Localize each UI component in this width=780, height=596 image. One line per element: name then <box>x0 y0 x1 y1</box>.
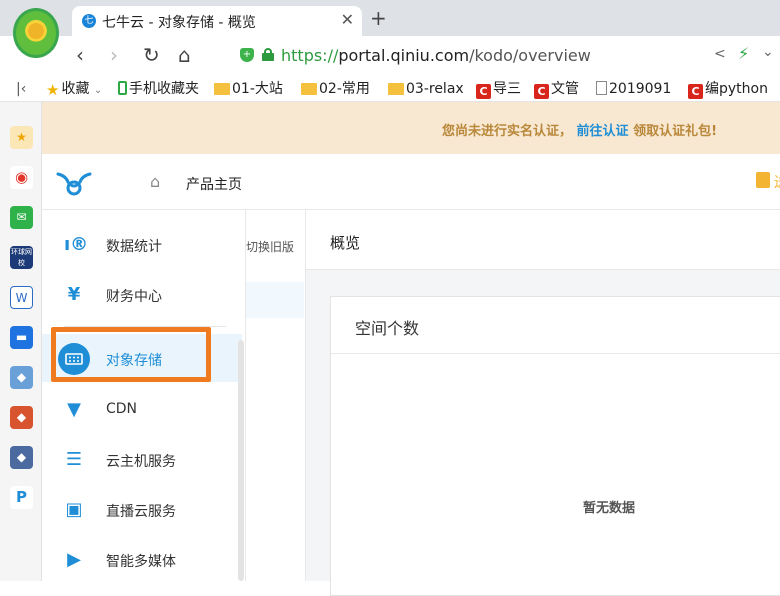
collapse-sidebar-icon[interactable]: |‹ <box>16 80 26 98</box>
lightning-icon[interactable]: ⚡ <box>738 44 749 63</box>
address-bar[interactable]: https://portal.qiniu.com/kodo/overview <box>281 46 591 65</box>
phone-icon <box>118 81 127 95</box>
bookmark-2019091[interactable]: 2019091 <box>596 80 671 98</box>
content-header: 概览 <box>306 210 780 270</box>
url-host: portal.qiniu.com <box>338 46 470 65</box>
product-home-icon[interactable]: ⌂ <box>150 172 160 191</box>
back-button[interactable]: ‹ <box>76 44 84 66</box>
product-home-link[interactable]: 产品主页 <box>186 174 242 194</box>
bookmark-python[interactable]: C 编python <box>688 80 768 99</box>
console-top-nav: ⌂ 产品主页 送 <box>42 154 780 210</box>
folder-icon <box>388 83 404 95</box>
hqwx-icon[interactable]: 环球网校 <box>10 246 33 269</box>
gift-icon[interactable] <box>756 172 770 188</box>
yuan-icon: ¥ <box>67 284 81 305</box>
menu-item-cloud-host[interactable]: ☰ 云主机服务 <box>42 435 246 485</box>
bookmark-folder-01[interactable]: 01-大站 <box>214 80 283 98</box>
bucket-count-card: 空间个数 暂无数据 <box>330 296 780 596</box>
document-icon <box>596 81 607 95</box>
card-title: 空间个数 <box>355 319 420 338</box>
home-button[interactable]: ⌂ <box>178 44 191 66</box>
new-tab-button[interactable]: + <box>370 8 387 28</box>
favorites-star-icon[interactable]: ★ <box>10 126 33 149</box>
close-tab-icon[interactable]: ✕ <box>341 10 354 29</box>
multimedia-icon: ▶ <box>67 549 81 570</box>
browser-titlebar: 七 七牛云 - 对象存储 - 概览 ✕ + <box>0 0 780 36</box>
menu-item-cdn[interactable]: ▼ CDN <box>42 385 246 435</box>
tab-title: 七牛云 - 对象存储 - 概览 <box>102 15 256 31</box>
folder-icon <box>301 83 317 95</box>
csdn-icon: C <box>688 84 703 99</box>
qiniu-logo-icon[interactable] <box>56 170 92 196</box>
go-verify-link[interactable]: 前往认证 <box>577 124 629 139</box>
bookmark-mobile[interactable]: 手机收藏夹 <box>118 80 199 98</box>
chevron-down-icon[interactable]: ⌄ <box>762 44 774 60</box>
share-icon[interactable]: < <box>714 46 726 62</box>
sub-navigation: 切换旧版 <box>246 210 306 581</box>
game-character-icon[interactable]: ◆ <box>10 406 33 429</box>
menu-item-finance[interactable]: ¥ 财务中心 <box>42 270 246 320</box>
cloud-host-icon: ☰ <box>65 449 83 470</box>
mail-icon[interactable]: ✉ <box>10 206 33 229</box>
statistics-icon: ı® <box>64 234 89 255</box>
main-content: 概览 空间个数 暂无数据 <box>306 210 780 596</box>
browser-navbar: ‹ › ↻ ⌂ + https://portal.qiniu.com/kodo/… <box>0 36 780 76</box>
highlight-annotation <box>51 327 211 382</box>
menu-item-statistics[interactable]: ı® 数据统计 <box>42 220 246 270</box>
gift-text[interactable]: 送 <box>774 172 780 192</box>
security-shield-icon[interactable]: + <box>240 48 254 62</box>
csdn-icon: C <box>534 84 549 99</box>
game-app-icon[interactable]: ◆ <box>10 366 33 389</box>
p-app-icon[interactable]: P <box>10 486 33 509</box>
verification-notice: 您尚未进行实名认证， 前往认证 领取认证礼包! <box>42 102 780 154</box>
lock-icon[interactable] <box>262 48 274 61</box>
profile-avatar[interactable] <box>13 8 59 58</box>
notice-text: 您尚未进行实名认证， <box>442 124 573 139</box>
bookmark-folder-03[interactable]: 03-relax <box>388 80 464 98</box>
notice-suffix: 领取认证礼包! <box>633 124 718 139</box>
bookmark-wenguan[interactable]: C 文管 <box>534 80 579 99</box>
url-scheme: https:// <box>281 46 339 65</box>
cdn-icon: ▼ <box>67 399 81 420</box>
bookmarks-bar: |‹ ★ 收藏 ⌄ 手机收藏夹 01-大站 02-常用 03-relax C 导三 … <box>0 76 780 102</box>
live-stream-icon: ▣ <box>65 499 83 520</box>
star-icon: ★ <box>46 81 60 99</box>
chat-icon[interactable]: ▬ <box>10 326 33 349</box>
bookmark-daosan[interactable]: C 导三 <box>476 80 521 99</box>
csdn-icon: C <box>476 84 491 99</box>
menu-item-live-stream[interactable]: ▣ 直播云服务 <box>42 485 246 535</box>
bookmark-folder-02[interactable]: 02-常用 <box>301 80 370 98</box>
shooter-game-icon[interactable]: ◆ <box>10 446 33 469</box>
browser-tab[interactable]: 七 七牛云 - 对象存储 - 概览 ✕ <box>72 6 362 36</box>
qiniu-favicon-icon: 七 <box>82 14 96 28</box>
reload-button[interactable]: ↻ <box>143 44 160 66</box>
card-divider <box>331 353 780 354</box>
empty-state-text: 暂无数据 <box>583 501 636 516</box>
word-document-icon[interactable]: W <box>10 286 33 309</box>
product-menu: ı® 数据统计 ¥ 财务中心 对象存储 ▼ CDN ☰ 云主机服务 ▣ 直播云服… <box>42 210 246 581</box>
switch-old-version-link[interactable]: 切换旧版 <box>246 238 294 255</box>
forward-button[interactable]: › <box>110 44 118 66</box>
url-path: /kodo/overview <box>469 46 591 65</box>
browser-side-panel: ★ ◉ ✉ 环球网校 W ▬ ◆ ◆ ◆ P <box>0 102 42 581</box>
weibo-icon[interactable]: ◉ <box>10 166 33 189</box>
sub-nav-selected[interactable] <box>246 282 304 318</box>
menu-scrollbar[interactable] <box>238 340 244 581</box>
bookmark-favorites[interactable]: ★ 收藏 ⌄ <box>46 80 102 100</box>
menu-item-multimedia[interactable]: ▶ 智能多媒体 <box>42 535 246 585</box>
folder-icon <box>214 83 230 95</box>
page-title: 概览 <box>330 234 361 252</box>
